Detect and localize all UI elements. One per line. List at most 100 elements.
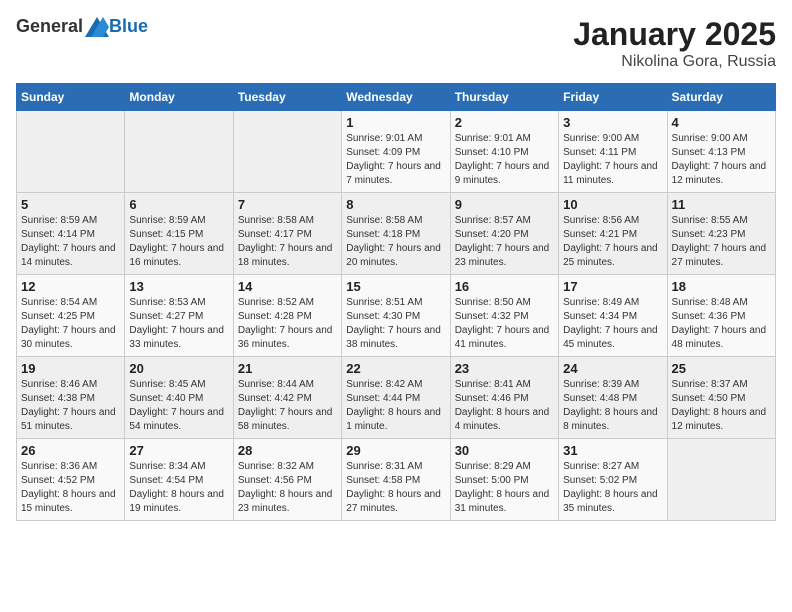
day-info: Sunrise: 8:48 AMSunset: 4:36 PMDaylight:… <box>672 296 771 352</box>
day-info: Sunrise: 8:51 AMSunset: 4:30 PMDaylight:… <box>346 296 445 352</box>
day-info: Sunrise: 8:59 AMSunset: 4:15 PMDaylight:… <box>129 214 228 270</box>
calendar-cell: 27Sunrise: 8:34 AMSunset: 4:54 PMDayligh… <box>125 439 233 521</box>
calendar-cell: 12 Sunrise: 8:54 AMSunset: 4:25 PMDayligh… <box>17 275 125 357</box>
day-number: 5 <box>21 197 120 212</box>
calendar-week-row: 26 Sunrise: 8:36 AMSunset: 4:52 PMDayligh… <box>17 439 776 521</box>
calendar-cell: 16Sunrise: 8:50 AMSunset: 4:32 PMDayligh… <box>450 275 558 357</box>
day-info: Sunrise: 8:36 AMSunset: 4:52 PMDaylight:… <box>21 460 120 516</box>
calendar-cell: 6Sunrise: 8:59 AMSunset: 4:15 PMDaylight… <box>125 193 233 275</box>
calendar-cell: 22Sunrise: 8:42 AMSunset: 4:44 PMDayligh… <box>342 357 450 439</box>
calendar-cell: 3 Sunrise: 9:00 AMSunset: 4:11 PMDaylight… <box>559 111 667 193</box>
calendar-cell: 11 Sunrise: 8:55 AMSunset: 4:23 PMDayligh… <box>667 193 775 275</box>
day-number: 11 <box>672 197 771 212</box>
weekday-header-cell: Saturday <box>667 84 775 111</box>
day-number: 10 <box>563 197 662 212</box>
day-number: 23 <box>455 361 554 376</box>
calendar-cell: 30 Sunrise: 8:29 AMSunset: 5:00 PMDayligh… <box>450 439 558 521</box>
day-info: Sunrise: 8:27 AMSunset: 5:02 PMDaylight:… <box>563 460 662 516</box>
calendar-cell: 21Sunrise: 8:44 AMSunset: 4:42 PMDayligh… <box>233 357 341 439</box>
calendar-week-row: 12 Sunrise: 8:54 AMSunset: 4:25 PMDayligh… <box>17 275 776 357</box>
day-number: 8 <box>346 197 445 212</box>
day-info: Sunrise: 8:54 AMSunset: 4:25 PMDaylight:… <box>21 296 120 352</box>
day-number: 16 <box>455 279 554 294</box>
calendar-week-row: 19Sunrise: 8:46 AMSunset: 4:38 PMDayligh… <box>17 357 776 439</box>
day-number: 28 <box>238 443 337 458</box>
page-title: January 2025 <box>573 16 776 53</box>
calendar-table: SundayMondayTuesdayWednesdayThursdayFrid… <box>16 83 776 521</box>
day-info: Sunrise: 8:41 AMSunset: 4:46 PMDaylight:… <box>455 378 554 434</box>
day-info: Sunrise: 8:31 AMSunset: 4:58 PMDaylight:… <box>346 460 445 516</box>
day-info: Sunrise: 8:42 AMSunset: 4:44 PMDaylight:… <box>346 378 445 434</box>
calendar-cell <box>233 111 341 193</box>
weekday-header-cell: Friday <box>559 84 667 111</box>
calendar-cell: 14 Sunrise: 8:52 AMSunset: 4:28 PMDayligh… <box>233 275 341 357</box>
calendar-cell: 20 Sunrise: 8:45 AMSunset: 4:40 PMDayligh… <box>125 357 233 439</box>
page-header: General Blue January 2025 Nikolina Gora,… <box>16 16 776 71</box>
calendar-week-row: 1 Sunrise: 9:01 AMSunset: 4:09 PMDaylight… <box>17 111 776 193</box>
day-info: Sunrise: 8:39 AMSunset: 4:48 PMDaylight:… <box>563 378 662 434</box>
calendar-body: 1 Sunrise: 9:01 AMSunset: 4:09 PMDaylight… <box>17 111 776 521</box>
calendar-cell <box>125 111 233 193</box>
day-info: Sunrise: 8:45 AMSunset: 4:40 PMDaylight:… <box>129 378 228 434</box>
calendar-cell <box>667 439 775 521</box>
day-number: 26 <box>21 443 120 458</box>
calendar-cell: 1 Sunrise: 9:01 AMSunset: 4:09 PMDaylight… <box>342 111 450 193</box>
day-number: 20 <box>129 361 228 376</box>
day-number: 1 <box>346 115 445 130</box>
weekday-header-cell: Wednesday <box>342 84 450 111</box>
calendar-cell: 5 Sunrise: 8:59 AMSunset: 4:14 PMDaylight… <box>17 193 125 275</box>
day-number: 2 <box>455 115 554 130</box>
logo-icon <box>85 17 109 37</box>
day-number: 15 <box>346 279 445 294</box>
day-number: 3 <box>563 115 662 130</box>
calendar-cell: 9 Sunrise: 8:57 AMSunset: 4:20 PMDaylight… <box>450 193 558 275</box>
title-block: January 2025 Nikolina Gora, Russia <box>573 16 776 71</box>
calendar-cell: 17Sunrise: 8:49 AMSunset: 4:34 PMDayligh… <box>559 275 667 357</box>
calendar-cell: 31Sunrise: 8:27 AMSunset: 5:02 PMDayligh… <box>559 439 667 521</box>
calendar-cell: 4Sunrise: 9:00 AMSunset: 4:13 PMDaylight… <box>667 111 775 193</box>
day-number: 19 <box>21 361 120 376</box>
day-number: 30 <box>455 443 554 458</box>
day-info: Sunrise: 8:55 AMSunset: 4:23 PMDaylight:… <box>672 214 771 270</box>
calendar-cell: 25Sunrise: 8:37 AMSunset: 4:50 PMDayligh… <box>667 357 775 439</box>
day-info: Sunrise: 8:32 AMSunset: 4:56 PMDaylight:… <box>238 460 337 516</box>
page-subtitle: Nikolina Gora, Russia <box>573 53 776 71</box>
calendar-cell: 18 Sunrise: 8:48 AMSunset: 4:36 PMDayligh… <box>667 275 775 357</box>
day-number: 18 <box>672 279 771 294</box>
calendar-cell: 10 Sunrise: 8:56 AMSunset: 4:21 PMDayligh… <box>559 193 667 275</box>
day-number: 13 <box>129 279 228 294</box>
day-info: Sunrise: 8:56 AMSunset: 4:21 PMDaylight:… <box>563 214 662 270</box>
calendar-cell: 2Sunrise: 9:01 AMSunset: 4:10 PMDaylight… <box>450 111 558 193</box>
day-number: 9 <box>455 197 554 212</box>
day-info: Sunrise: 9:01 AMSunset: 4:09 PMDaylight:… <box>346 132 445 188</box>
calendar-cell: 23 Sunrise: 8:41 AMSunset: 4:46 PMDayligh… <box>450 357 558 439</box>
logo-general: General <box>16 16 83 37</box>
day-info: Sunrise: 8:59 AMSunset: 4:14 PMDaylight:… <box>21 214 120 270</box>
day-number: 7 <box>238 197 337 212</box>
weekday-header-cell: Monday <box>125 84 233 111</box>
logo: General Blue <box>16 16 148 37</box>
day-number: 29 <box>346 443 445 458</box>
calendar-cell: 15 Sunrise: 8:51 AMSunset: 4:30 PMDayligh… <box>342 275 450 357</box>
day-info: Sunrise: 8:34 AMSunset: 4:54 PMDaylight:… <box>129 460 228 516</box>
day-number: 14 <box>238 279 337 294</box>
day-info: Sunrise: 8:57 AMSunset: 4:20 PMDaylight:… <box>455 214 554 270</box>
day-info: Sunrise: 8:58 AMSunset: 4:18 PMDaylight:… <box>346 214 445 270</box>
day-number: 12 <box>21 279 120 294</box>
calendar-cell: 26 Sunrise: 8:36 AMSunset: 4:52 PMDayligh… <box>17 439 125 521</box>
calendar-cell: 19Sunrise: 8:46 AMSunset: 4:38 PMDayligh… <box>17 357 125 439</box>
calendar-cell: 13 Sunrise: 8:53 AMSunset: 4:27 PMDayligh… <box>125 275 233 357</box>
day-info: Sunrise: 9:00 AMSunset: 4:11 PMDaylight:… <box>563 132 662 188</box>
logo-blue: Blue <box>109 16 148 37</box>
day-info: Sunrise: 8:44 AMSunset: 4:42 PMDaylight:… <box>238 378 337 434</box>
day-number: 4 <box>672 115 771 130</box>
day-info: Sunrise: 8:58 AMSunset: 4:17 PMDaylight:… <box>238 214 337 270</box>
calendar-cell: 24 Sunrise: 8:39 AMSunset: 4:48 PMDayligh… <box>559 357 667 439</box>
day-info: Sunrise: 8:29 AMSunset: 5:00 PMDaylight:… <box>455 460 554 516</box>
calendar-cell: 8 Sunrise: 8:58 AMSunset: 4:18 PMDaylight… <box>342 193 450 275</box>
day-info: Sunrise: 8:53 AMSunset: 4:27 PMDaylight:… <box>129 296 228 352</box>
calendar-cell: 29 Sunrise: 8:31 AMSunset: 4:58 PMDayligh… <box>342 439 450 521</box>
day-number: 24 <box>563 361 662 376</box>
calendar-cell <box>17 111 125 193</box>
day-info: Sunrise: 8:52 AMSunset: 4:28 PMDaylight:… <box>238 296 337 352</box>
